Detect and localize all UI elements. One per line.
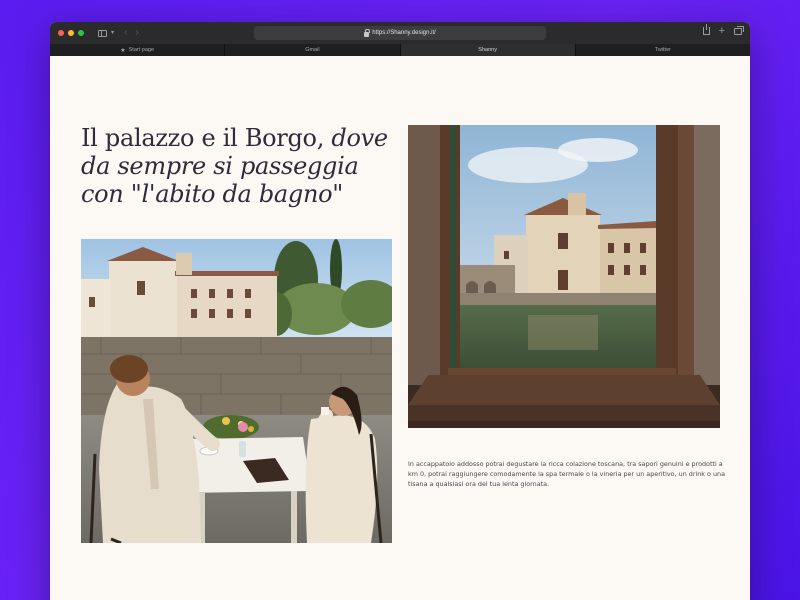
tab-twitter[interactable]: Twitter — [576, 44, 750, 56]
url-text: https://Shanny.design.it/ — [372, 30, 436, 36]
close-window-button[interactable] — [58, 30, 64, 36]
tab-label: Shanny — [478, 47, 497, 53]
window-view-photo — [408, 125, 720, 428]
tab-label: Start page — [128, 47, 155, 53]
back-arrow-icon[interactable]: ‹ — [124, 28, 127, 38]
new-tab-icon[interactable]: + — [719, 26, 725, 37]
minimize-window-button[interactable] — [68, 30, 74, 36]
page-headline: Il palazzo e il Borgo, dove da sempre si… — [81, 124, 401, 208]
page-content: Il palazzo e il Borgo, dove da sempre si… — [50, 56, 750, 600]
tab-label: Gmail — [305, 47, 320, 53]
share-icon[interactable] — [702, 24, 710, 35]
photo-caption: In accappatoio addosso potrai degustare … — [408, 460, 725, 488]
window-controls — [58, 30, 84, 36]
tab-label: Twitter — [654, 47, 671, 53]
tab-bar: ★ Start page Gmail Shanny Twitter — [50, 44, 750, 56]
browser-toolbar: ▾ ‹ › https://Shanny.design.it/ + — [50, 22, 750, 44]
tab-gmail[interactable]: Gmail — [225, 44, 401, 56]
headline-plain: Il palazzo e il Borgo, — [81, 124, 325, 152]
chevron-down-icon[interactable]: ▾ — [111, 30, 114, 36]
breakfast-photo — [81, 239, 392, 543]
tab-shanny[interactable]: Shanny — [400, 44, 576, 56]
toolbar-actions: + — [702, 24, 744, 37]
forward-arrow-icon[interactable]: › — [135, 28, 138, 38]
lock-icon — [364, 28, 371, 37]
sidebar-icon[interactable] — [98, 29, 107, 37]
tab-overview-icon[interactable] — [734, 25, 744, 35]
star-icon: ★ — [120, 47, 126, 54]
maximize-window-button[interactable] — [78, 30, 84, 36]
address-bar[interactable]: https://Shanny.design.it/ — [254, 26, 546, 40]
tab-start-page[interactable]: ★ Start page — [50, 44, 226, 56]
browser-window: ▾ ‹ › https://Shanny.design.it/ + ★ Star… — [50, 22, 750, 600]
